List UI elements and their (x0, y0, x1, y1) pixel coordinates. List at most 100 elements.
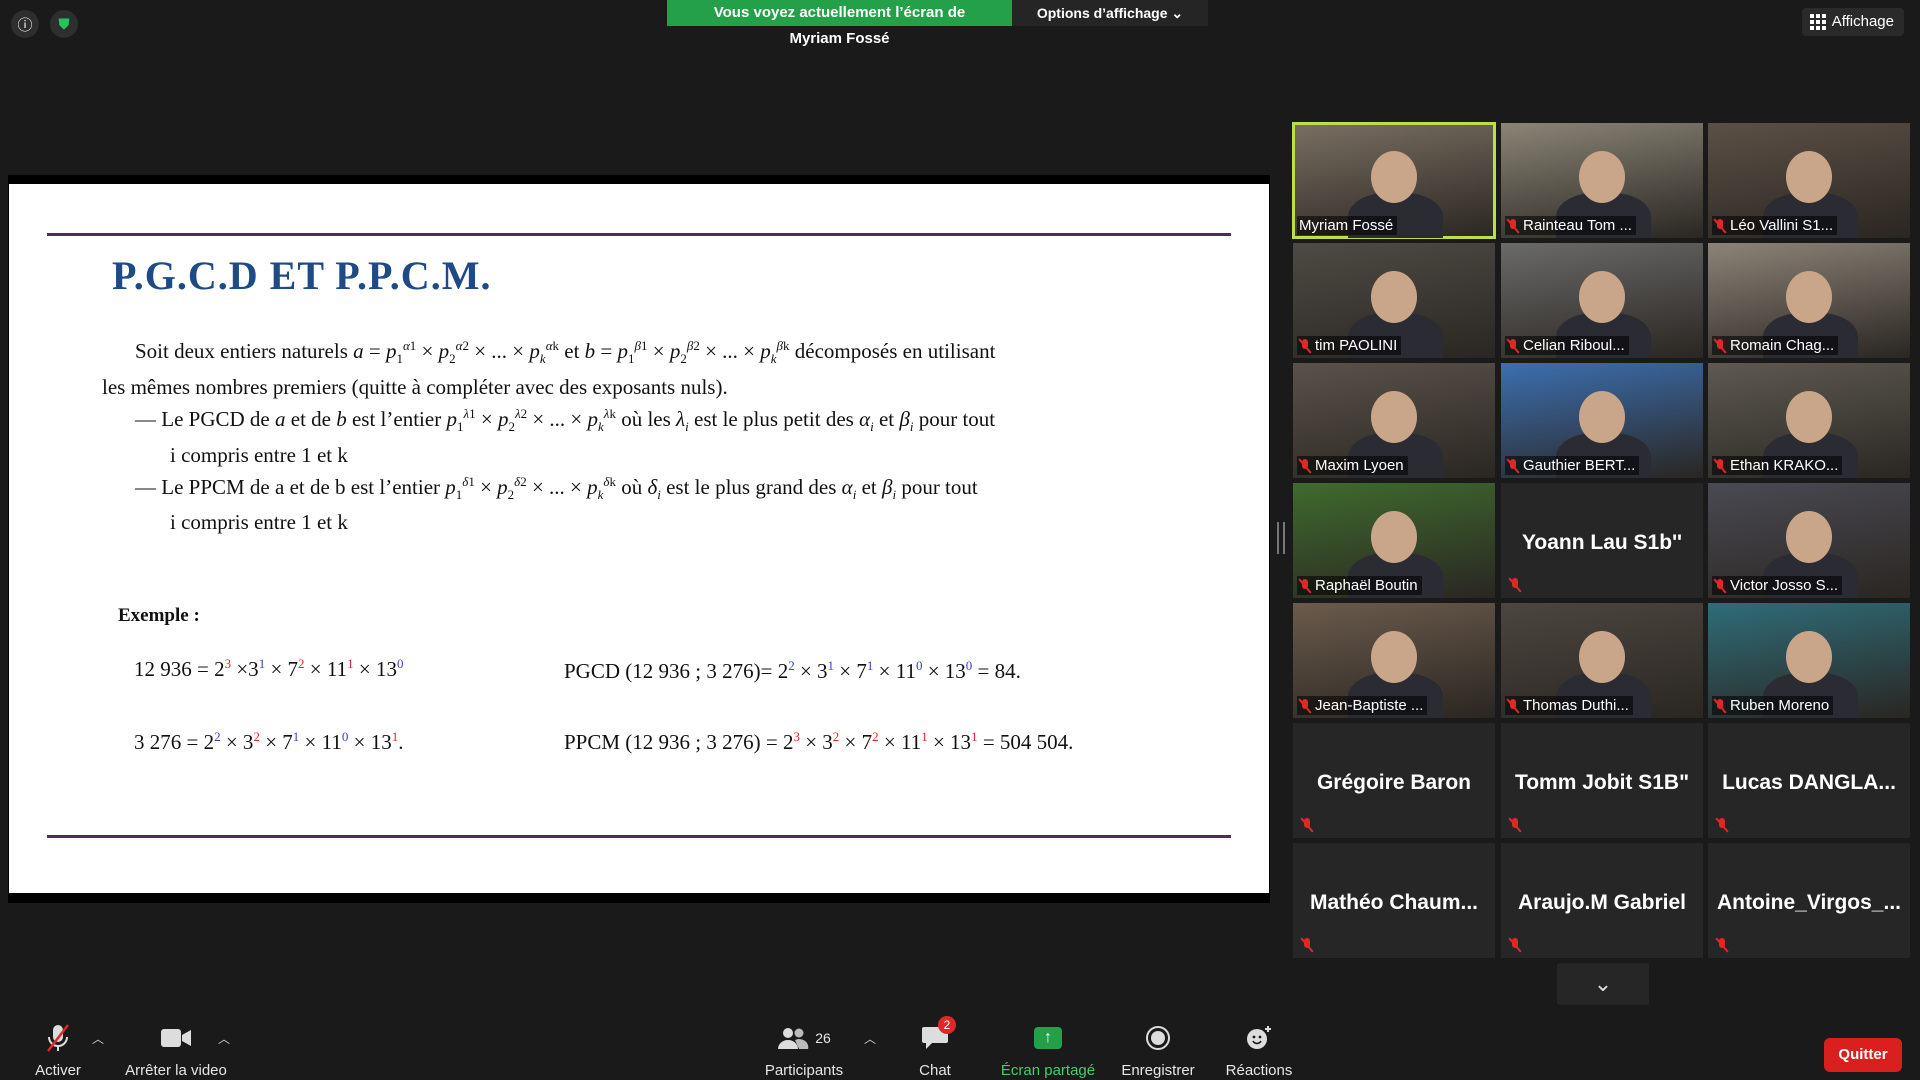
participant-tile[interactable]: Grégoire Baron (1293, 723, 1495, 838)
participant-tile[interactable]: Tomm Jobit S1B" (1501, 723, 1703, 838)
participant-name: Maxim Lyoen (1315, 457, 1404, 474)
participant-name-label: Romain Chag... (1712, 336, 1839, 355)
participant-video-head (1371, 271, 1417, 323)
participant-video-head (1786, 511, 1832, 563)
participant-name-label: Gauthier BERT... (1505, 456, 1640, 475)
shared-screen: P.G.C.D ET P.P.C.M. Soit deux entiers na… (8, 175, 1270, 903)
participant-tile[interactable]: Jean-Baptiste ... (1293, 603, 1495, 718)
example-2-left: 3 276 = 22 × 32 × 71 × 110 × 131. (134, 729, 404, 754)
share-screen-label: Écran partagé (1000, 1062, 1096, 1079)
participant-tile[interactable]: Gauthier BERT... (1501, 363, 1703, 478)
participant-tile[interactable]: tim PAOLINI (1293, 243, 1495, 358)
stop-video-button[interactable]: Arrêter la video (120, 1022, 232, 1079)
participant-name-label: Victor Josso S... (1712, 576, 1843, 595)
participant-tile[interactable]: Antoine_Virgos_... (1708, 843, 1910, 958)
microphone-muted-icon (1507, 458, 1519, 473)
participant-tile[interactable]: Raphaël Boutin (1293, 483, 1495, 598)
unmute-button[interactable]: Activer (22, 1022, 94, 1079)
participant-name: Yoann Lau S1b'' (1521, 531, 1683, 554)
view-options-button[interactable]: Options d’affichage ⌄ (1012, 0, 1208, 26)
record-button[interactable]: Enregistrer (1114, 1022, 1202, 1079)
shield-check-icon[interactable]: ⛊ (50, 10, 78, 38)
participant-video-head (1371, 391, 1417, 443)
participant-name: Victor Josso S... (1730, 577, 1839, 594)
audio-options-caret[interactable]: ︿ (92, 1030, 104, 1047)
microphone-muted-icon (1299, 698, 1311, 713)
participant-tile[interactable]: Maxim Lyoen (1293, 363, 1495, 478)
ex2-right-text: PPCM (12 936 ; 3 276) = (564, 730, 783, 754)
example-1-right: PGCD (12 936 ; 3 276)= 22 × 31 × 71 × 11… (564, 658, 1021, 683)
ppcm-definition: — Le PPCM de a et de b est l’entier p1δ1… (135, 474, 978, 503)
participant-tile[interactable]: Léo Vallini S1... (1708, 123, 1910, 238)
reactions-button[interactable]: Réactions (1218, 1022, 1300, 1079)
microphone-muted-icon (1716, 818, 1728, 832)
microphone-muted-icon (22, 1022, 94, 1054)
participant-tile[interactable]: Mathéo Chaum... (1293, 843, 1495, 958)
ex1-left-text: 12 936 = (134, 657, 215, 681)
microphone-muted-icon (1716, 938, 1728, 952)
participant-name: Celian Riboul... (1523, 337, 1625, 354)
microphone-muted-icon (1714, 698, 1726, 713)
participant-video-head (1371, 151, 1417, 203)
video-camera-icon (120, 1022, 232, 1054)
ppcm-text-c: pour tout (896, 475, 978, 499)
participant-tile[interactable]: Yoann Lau S1b'' (1501, 483, 1703, 598)
microphone-muted-icon (1714, 578, 1726, 593)
microphone-muted-icon (1714, 458, 1726, 473)
participant-tile[interactable]: Araujo.M Gabriel (1501, 843, 1703, 958)
pgcd-text-c: pour tout (913, 407, 996, 431)
leave-button[interactable]: Quitter (1824, 1038, 1902, 1072)
reactions-label: Réactions (1225, 1062, 1293, 1079)
participant-tile[interactable]: Ethan KRAKO... (1708, 363, 1910, 478)
participant-tile[interactable]: Myriam Fossé (1292, 122, 1496, 239)
participant-name: Ruben Moreno (1730, 697, 1830, 714)
microphone-muted-icon (1509, 818, 1521, 832)
chat-label: Chat (919, 1062, 951, 1079)
participant-name: Lucas DANGLA... (1722, 771, 1896, 794)
participants-button[interactable]: 26 Participants (760, 1022, 848, 1079)
chevron-down-icon: ⌄ (1171, 5, 1184, 21)
participant-tile[interactable]: Thomas Duthi... (1501, 603, 1703, 718)
stop-video-label: Arrêter la video (125, 1062, 227, 1079)
microphone-muted-icon (1299, 458, 1311, 473)
participant-name-label: Thomas Duthi... (1505, 696, 1633, 715)
participant-tile[interactable]: Ruben Moreno (1708, 603, 1910, 718)
chevron-down-icon: ⌄ (1593, 971, 1613, 996)
chat-badge: 2 (938, 1016, 956, 1034)
participant-name: Gauthier BERT... (1523, 457, 1636, 474)
participant-tile[interactable]: Romain Chag... (1708, 243, 1910, 358)
meeting-toolbar: Activer ︿ Arrêter la video ︿ 26 Particip… (0, 1010, 1920, 1080)
participant-tile[interactable]: Lucas DANGLA... (1708, 723, 1910, 838)
ex1-result: = 84. (972, 659, 1021, 683)
pgcd-text-b: est le plus petit des (688, 407, 860, 431)
pgcd-definition: — Le PGCD de a et de b est l’entier p1λ1… (135, 406, 996, 435)
emoji-smile-icon (1218, 1022, 1300, 1054)
scroll-down-button[interactable]: ⌄ (1557, 963, 1649, 1005)
participant-video-head (1579, 391, 1625, 443)
microphone-muted-icon (1509, 938, 1521, 952)
pgcd-line-2: i compris entre 1 et k (170, 443, 348, 467)
chat-button[interactable]: 2 Chat (900, 1016, 970, 1079)
participant-name-label: Ethan KRAKO... (1712, 456, 1843, 475)
participant-name: Grégoire Baron (1316, 771, 1472, 794)
participant-video-head (1371, 631, 1417, 683)
participant-tile[interactable]: Victor Josso S... (1708, 483, 1910, 598)
participant-video-head (1786, 271, 1832, 323)
intro-line-1: Soit deux entiers naturels a = p1α1 × p2… (135, 338, 996, 367)
unmute-label: Activer (35, 1062, 81, 1079)
view-label: Affichage (1831, 13, 1894, 30)
participants-options-caret[interactable]: ︿ (864, 1030, 876, 1047)
participant-name: Léo Vallini S1... (1730, 217, 1834, 234)
view-button[interactable]: Affichage (1801, 8, 1904, 36)
intro-line-2: les mêmes nombres premiers (quitte à com… (102, 375, 728, 399)
participant-video-head (1786, 631, 1832, 683)
participant-name-label: Léo Vallini S1... (1712, 216, 1838, 235)
participant-tile[interactable]: Celian Riboul... (1501, 243, 1703, 358)
splitter-handle[interactable] (1277, 522, 1285, 554)
info-circle-icon[interactable]: ⓘ (11, 10, 39, 38)
intro-text-a: Soit deux entiers naturels (135, 339, 354, 363)
top-bar: ⓘ ⛊ Vous voyez actuellement l’écran de M… (0, 0, 1920, 50)
participant-tile[interactable]: Rainteau Tom ... (1501, 123, 1703, 238)
share-screen-button[interactable]: ↑ Écran partagé (992, 1022, 1104, 1079)
video-options-caret[interactable]: ︿ (218, 1030, 230, 1047)
